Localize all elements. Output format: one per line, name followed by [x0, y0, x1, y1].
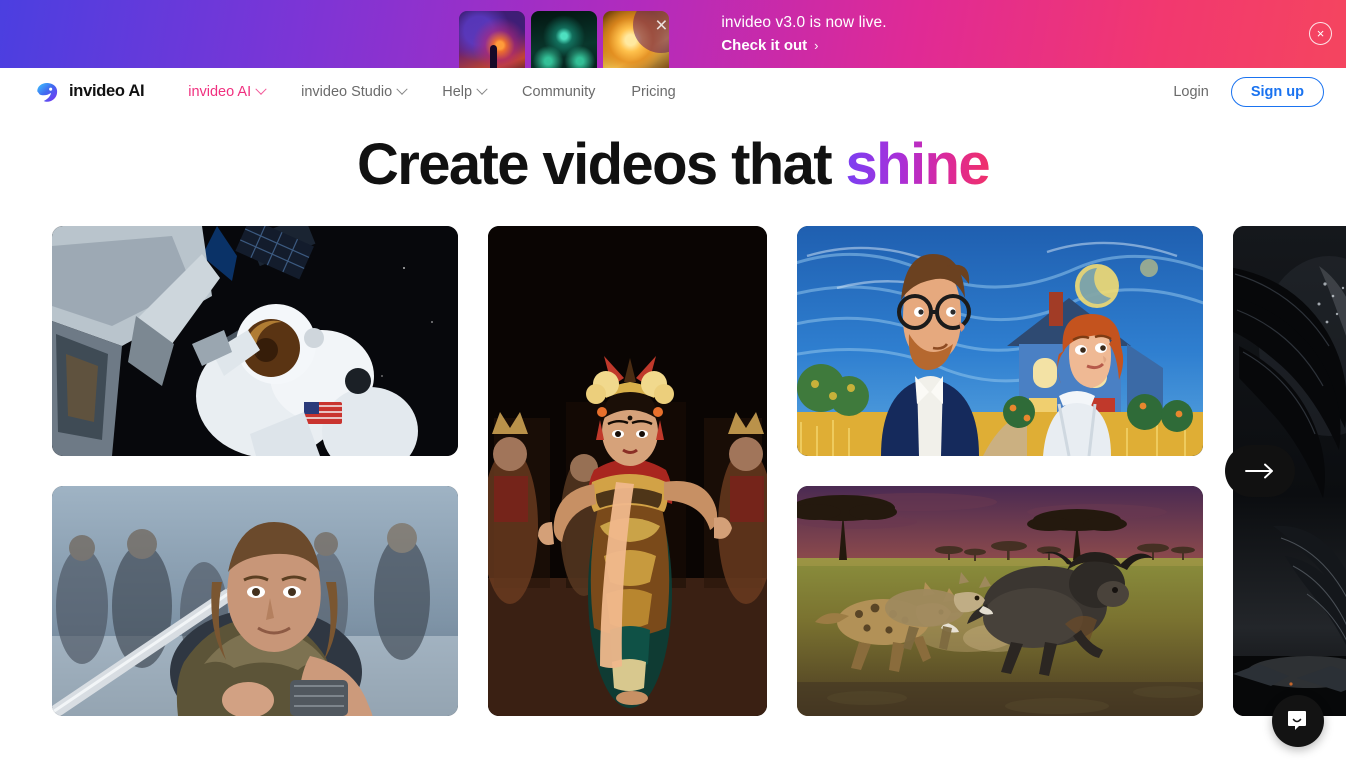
nav-item-invideo-ai[interactable]: invideo AI — [170, 78, 283, 106]
login-link[interactable]: Login — [1173, 84, 1208, 100]
page-title: Create videos that shine — [0, 133, 1346, 197]
chevron-down-icon — [255, 83, 267, 95]
chevron-right-icon: › — [814, 38, 819, 53]
signup-button[interactable]: Sign up — [1230, 76, 1324, 107]
golden-fire-thumbnail: × — [603, 11, 670, 68]
banner-title: invideo v3.0 is now live. — [721, 14, 887, 31]
banner-copy: invideo v3.0 is now live. Check it out › — [721, 14, 886, 54]
gallery-card-viking-warrior[interactable] — [52, 485, 458, 716]
nav-label: Help — [442, 83, 473, 100]
gallery-card-astronaut-spacewalk[interactable] — [52, 225, 458, 456]
arrow-right-icon — [1245, 463, 1273, 479]
glowing-creature-thumbnail — [531, 11, 598, 68]
announcement-banner: × invideo v3.0 is now live. Check it out… — [0, 0, 1346, 68]
banner-thumbnail-strip: × — [459, 11, 670, 68]
balinese-dancer-image — [488, 225, 767, 716]
savanna-chase-image — [797, 485, 1203, 716]
intercom-chat-launcher[interactable] — [1272, 695, 1324, 747]
video-gallery — [0, 225, 1346, 718]
cosmic-portal-thumbnail — [459, 11, 526, 68]
nav-label: invideo AI — [188, 83, 252, 100]
nav-item-community[interactable]: Community — [504, 78, 613, 106]
nav-item-help[interactable]: Help — [424, 78, 504, 106]
chevron-down-icon — [396, 83, 408, 95]
invideo-logo-icon — [37, 82, 58, 102]
gallery-card-balinese-dancer[interactable] — [488, 225, 767, 716]
nav-label: Pricing — [631, 83, 676, 100]
nav-item-invideo-studio[interactable]: invideo Studio — [283, 78, 424, 106]
main-navigation: invideo AI invideo AI invideo Studio Hel… — [0, 68, 1346, 115]
nav-label: invideo Studio — [301, 83, 393, 100]
viking-warrior-image — [52, 485, 458, 716]
banner-close-button[interactable]: × — [1309, 22, 1332, 45]
headline-prefix: Create videos that — [356, 132, 846, 197]
astronaut-spacewalk-image — [52, 225, 458, 456]
chevron-down-icon — [476, 83, 488, 95]
gallery-card-savanna-chase[interactable] — [797, 485, 1203, 716]
gallery-next-button[interactable] — [1225, 444, 1295, 497]
brand-name: invideo AI — [69, 82, 145, 100]
banner-content: × invideo v3.0 is now live. Check it out… — [459, 1, 887, 68]
chat-bubble-icon — [1288, 711, 1306, 730]
nav-label: Community — [522, 83, 596, 100]
thumbnail-close-icon[interactable]: × — [633, 11, 670, 53]
illustrated-couple-image — [797, 225, 1203, 456]
gallery-card-illustrated-couple[interactable] — [797, 225, 1203, 456]
brand-logo[interactable]: invideo AI — [34, 79, 145, 105]
banner-cta-label: Check it out — [721, 37, 808, 54]
nav-links: invideo AI invideo Studio Help Community… — [170, 78, 693, 106]
nav-actions: Login Sign up — [1173, 76, 1324, 107]
nav-item-pricing[interactable]: Pricing — [613, 78, 693, 106]
headline-accent: shine — [845, 132, 991, 197]
banner-cta-link[interactable]: Check it out › — [721, 37, 886, 54]
